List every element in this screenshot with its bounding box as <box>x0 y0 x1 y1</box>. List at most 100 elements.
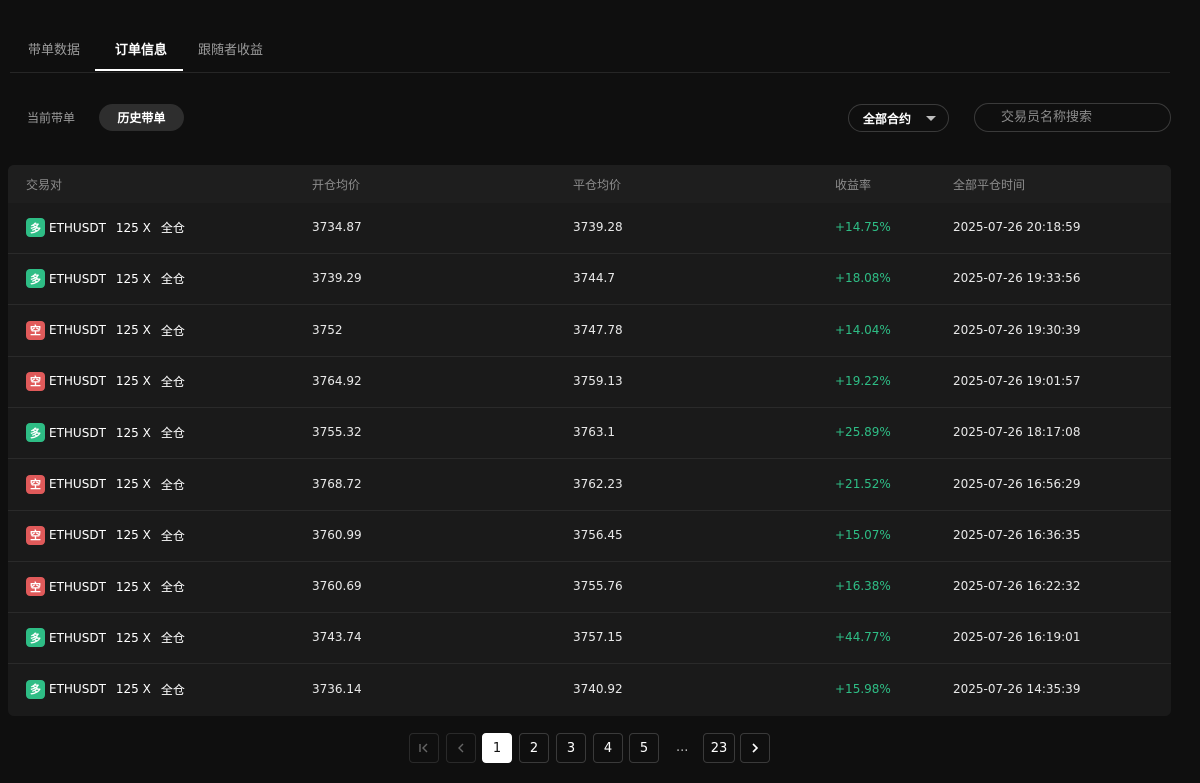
table-row: 多 ETHUSDT 125 X 全仓 3734.87 3739.28 +14.75% 2025… <box>8 203 1171 254</box>
margin-mode: 全仓 <box>160 580 185 595</box>
close-time: 2025-07-26 16:56:29 <box>953 476 1081 491</box>
trading-pair-cell: 多 ETHUSDT 125 X 全仓 <box>26 679 185 699</box>
close-time: 2025-07-26 16:19:01 <box>953 630 1081 645</box>
side-badge: 多 <box>26 628 45 648</box>
close-price: 3755.76 <box>573 579 623 594</box>
trading-pair-cell: 多 ETHUSDT 125 X 全仓 <box>26 218 185 237</box>
pagination-ellipsis: ... <box>676 740 689 755</box>
column-header-close-price: 平仓均价 <box>573 178 622 192</box>
close-price: 3740.92 <box>573 681 623 696</box>
side-badge: 空 <box>26 474 45 494</box>
contract-select[interactable]: 全部合约 <box>848 104 949 132</box>
margin-mode: 全仓 <box>160 528 185 543</box>
table-row: 多 ETHUSDT 125 X 全仓 3739.29 3744.7 +18.08% 2025-… <box>8 254 1171 306</box>
close-time: 2025-07-26 20:18:59 <box>953 220 1081 234</box>
close-price: 3763.1 <box>573 425 615 440</box>
close-time: 2025-07-26 18:17:08 <box>953 425 1081 440</box>
return-rate: +15.98% <box>835 681 891 696</box>
open-price: 3760.99 <box>312 527 362 542</box>
close-time: 2025-07-26 16:36:35 <box>953 527 1081 542</box>
return-rate: +14.04% <box>835 322 891 337</box>
chevron-right-icon <box>752 743 759 753</box>
pair-symbol: ETHUSDT <box>49 528 106 543</box>
close-price: 3739.28 <box>573 220 623 234</box>
leverage: 125 X <box>115 528 151 543</box>
open-price: 3764.92 <box>312 373 362 388</box>
return-rate: +19.22% <box>835 373 891 388</box>
return-rate: +21.52% <box>835 476 891 491</box>
margin-mode: 全仓 <box>160 221 185 235</box>
column-header-return-rate: 收益率 <box>835 178 872 192</box>
return-rate: +16.38% <box>835 579 891 594</box>
margin-mode: 全仓 <box>160 272 185 287</box>
table-header: 交易对 开仓均价 平仓均价 收益率 全部平仓时间 <box>8 165 1171 203</box>
chevron-left-icon <box>458 743 464 753</box>
pair-symbol: ETHUSDT <box>49 477 106 491</box>
prev-page-button[interactable] <box>446 733 476 763</box>
page-button-last[interactable]: 23 <box>703 733 735 763</box>
open-price: 3755.32 <box>312 425 362 440</box>
leverage: 125 X <box>115 579 151 594</box>
return-rate: +18.08% <box>835 271 891 286</box>
pair-symbol: ETHUSDT <box>49 220 106 235</box>
column-header-open-price: 开仓均价 <box>312 178 361 192</box>
page-button-4[interactable]: 4 <box>593 733 623 763</box>
page-button-2[interactable]: 2 <box>519 733 549 763</box>
next-page-button[interactable] <box>740 733 770 763</box>
open-price: 3752 <box>312 322 343 337</box>
tab-follower-earnings[interactable]: 跟随者收益 <box>198 39 263 58</box>
tab-leading-data[interactable]: 带单数据 <box>28 39 80 58</box>
pair-symbol: ETHUSDT <box>49 271 106 286</box>
open-price: 3734.87 <box>312 220 362 234</box>
margin-mode: 全仓 <box>160 682 185 697</box>
tab-order-info[interactable]: 订单信息 <box>115 39 167 58</box>
subtab-history-orders[interactable]: 历史带单 <box>99 104 184 131</box>
trader-search-input[interactable] <box>974 103 1171 132</box>
close-time: 2025-07-26 16:22:32 <box>953 579 1081 594</box>
return-rate: +14.75% <box>835 220 891 234</box>
margin-mode: 全仓 <box>160 426 185 441</box>
leverage: 125 X <box>115 630 151 645</box>
leverage: 125 X <box>115 682 151 697</box>
table-row: 空 ETHUSDT 125 X 全仓 3752 3747.78 +14.04% 2025-07… <box>8 306 1171 357</box>
return-rate: +15.07% <box>835 527 891 542</box>
leverage: 125 X <box>115 374 151 389</box>
table-row: 多 ETHUSDT 125 X 全仓 3736.14 3740.92 +15.98% 2025… <box>8 665 1171 716</box>
close-price: 3744.7 <box>573 271 615 286</box>
return-rate: +25.89% <box>835 425 891 440</box>
close-time: 2025-07-26 19:01:57 <box>953 373 1081 388</box>
close-time: 2025-07-26 19:33:56 <box>953 271 1081 286</box>
side-badge: 多 <box>26 269 45 289</box>
side-badge: 空 <box>26 320 45 340</box>
trading-pair-cell: 空 ETHUSDT 125 X 全仓 <box>26 320 185 340</box>
table-row: 空 ETHUSDT 125 X 全仓 3764.92 3759.13 +19.22% 2025… <box>8 357 1171 408</box>
pair-symbol: ETHUSDT <box>49 425 106 440</box>
side-badge: 多 <box>26 679 45 699</box>
side-badge: 空 <box>26 577 45 597</box>
active-tab-indicator <box>95 69 183 71</box>
trading-pair-cell: 空 ETHUSDT 125 X 全仓 <box>26 371 185 391</box>
page-button-5[interactable]: 5 <box>629 733 659 763</box>
close-time: 2025-07-26 14:35:39 <box>953 681 1081 696</box>
leverage: 125 X <box>115 271 151 286</box>
table-row: 多 ETHUSDT 125 X 全仓 3755.32 3763.1 +25.89% 2025-… <box>8 408 1171 460</box>
leverage: 125 X <box>115 220 151 235</box>
contract-select-value: 全部合约 <box>863 111 912 126</box>
page-button-3[interactable]: 3 <box>556 733 586 763</box>
trading-pair-cell: 多 ETHUSDT 125 X 全仓 <box>26 423 185 443</box>
close-price: 3747.78 <box>573 322 623 337</box>
page-button-1[interactable]: 1 <box>482 733 512 763</box>
trading-pair-cell: 多 ETHUSDT 125 X 全仓 <box>26 628 185 648</box>
pair-symbol: ETHUSDT <box>49 579 106 594</box>
open-price: 3768.72 <box>312 476 362 491</box>
first-page-button[interactable] <box>409 733 439 763</box>
open-price: 3743.74 <box>312 630 362 645</box>
trading-pair-cell: 多 ETHUSDT 125 X 全仓 <box>26 269 185 289</box>
subtab-current-orders[interactable]: 当前带单 <box>27 109 75 126</box>
margin-mode: 全仓 <box>160 323 185 338</box>
trading-pair-cell: 空 ETHUSDT 125 X 全仓 <box>26 474 185 494</box>
pair-symbol: ETHUSDT <box>49 682 106 697</box>
pair-symbol: ETHUSDT <box>49 374 106 389</box>
return-rate: +44.77% <box>835 630 891 645</box>
close-price: 3759.13 <box>573 373 623 388</box>
